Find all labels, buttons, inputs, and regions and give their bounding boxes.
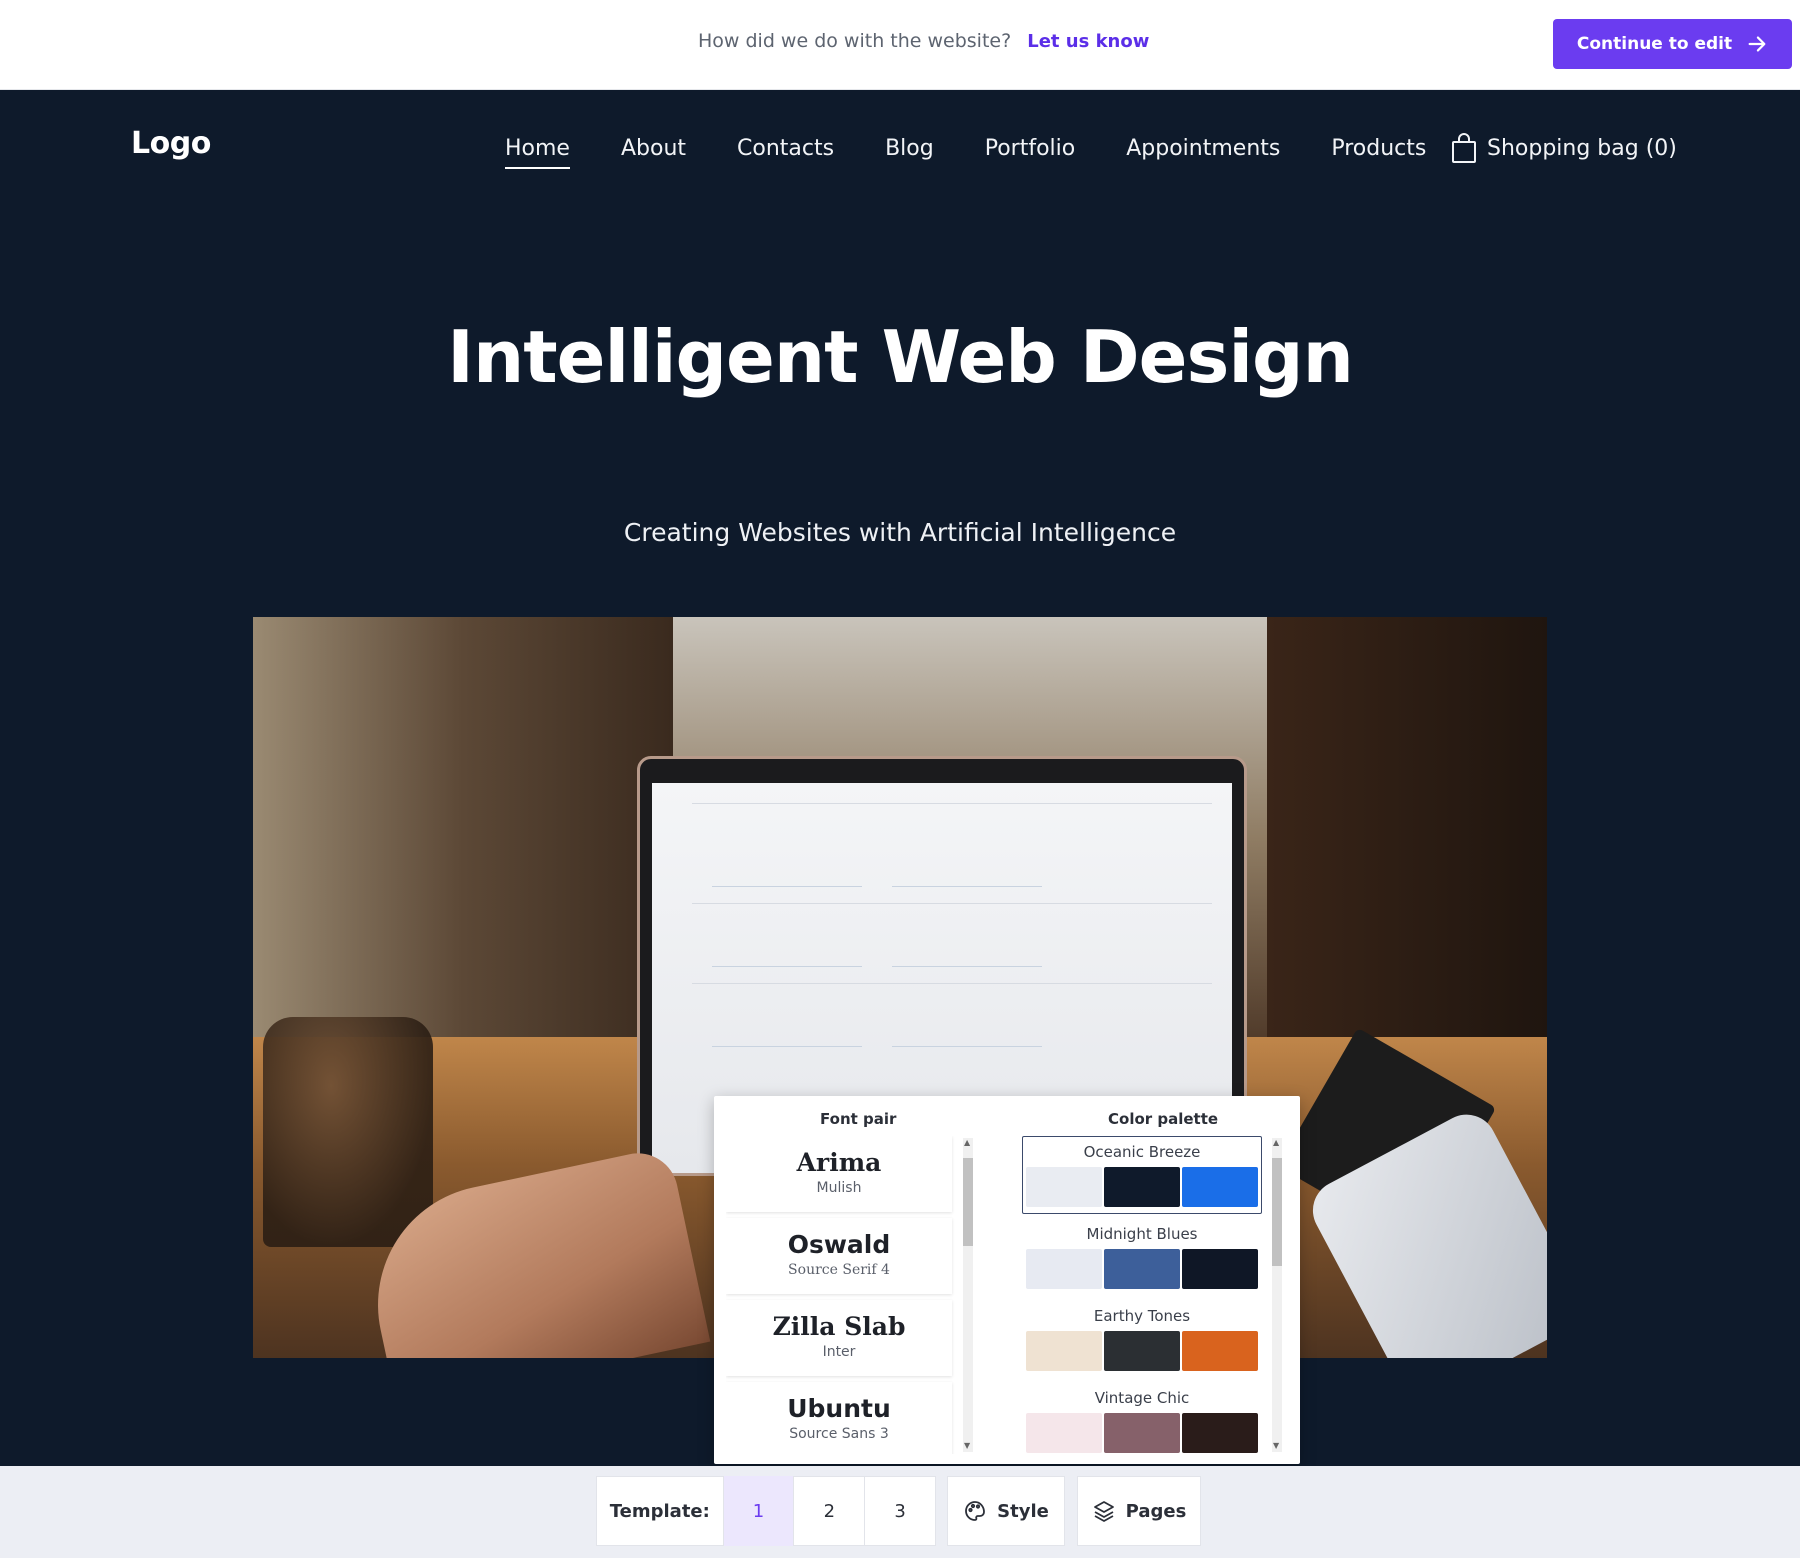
template-3-button[interactable]: 3: [864, 1476, 935, 1546]
style-label: Style: [997, 1500, 1049, 1522]
nav-contacts[interactable]: Contacts: [737, 136, 834, 169]
template-label: Template:: [609, 1500, 710, 1522]
color-palette-list[interactable]: Oceanic Breeze Midnight Blues Earthy Ton…: [1022, 1136, 1268, 1454]
template-switcher: Template: 1 2 3: [596, 1476, 936, 1546]
palette-icon: [965, 1501, 986, 1521]
continue-to-edit-button[interactable]: Continue to edit: [1553, 19, 1792, 69]
palette-option[interactable]: Midnight Blues: [1022, 1218, 1262, 1296]
palette-option-selected[interactable]: Oceanic Breeze: [1022, 1136, 1262, 1214]
palette-swatches: [1023, 1249, 1261, 1289]
layers-icon: [1093, 1501, 1114, 1522]
template-2-button[interactable]: 2: [793, 1476, 864, 1546]
nav-portfolio[interactable]: Portfolio: [985, 136, 1076, 169]
palette-name: Oceanic Breeze: [1083, 1143, 1201, 1161]
style-button[interactable]: Style: [947, 1476, 1065, 1546]
feedback-prompt: How did we do with the website? Let us k…: [698, 30, 1149, 52]
pages-label: Pages: [1125, 1500, 1187, 1522]
shopping-bag-button[interactable]: Shopping bag (0): [1451, 132, 1677, 164]
palette-swatches: [1023, 1331, 1261, 1371]
nav-home[interactable]: Home: [505, 136, 570, 169]
font-pair-option[interactable]: Oswald Source Serif 4: [726, 1218, 952, 1294]
arrow-right-icon: [1748, 36, 1766, 52]
font-pair-body: Source Serif 4: [788, 1262, 890, 1278]
font-pair-heading: Ubuntu: [787, 1394, 891, 1423]
font-pair-body: Inter: [822, 1344, 856, 1360]
hero-title: Intelligent Web Design: [447, 315, 1354, 399]
palette-option[interactable]: Earthy Tones: [1022, 1300, 1262, 1378]
palette-name: Midnight Blues: [1086, 1225, 1198, 1243]
style-panel: Font pair Color palette Arima Mulish Osw…: [714, 1096, 1300, 1464]
font-pair-heading: Arima: [796, 1148, 882, 1177]
nav-products[interactable]: Products: [1331, 136, 1426, 169]
nav-blog[interactable]: Blog: [885, 136, 934, 169]
let-us-know-link[interactable]: Let us know: [1027, 31, 1149, 52]
font-pair-heading: Zilla Slab: [772, 1312, 906, 1341]
logo[interactable]: Logo: [131, 126, 211, 161]
editor-toolbar: Template: 1 2 3 Style Pages: [0, 1466, 1800, 1558]
font-pair-body: Source Sans 3: [789, 1426, 889, 1442]
font-pair-list[interactable]: Arima Mulish Oswald Source Serif 4 Zilla…: [726, 1136, 972, 1454]
palette-name: Earthy Tones: [1093, 1307, 1191, 1325]
nav-appointments[interactable]: Appointments: [1126, 136, 1280, 169]
font-pair-option[interactable]: Ubuntu Source Sans 3: [726, 1382, 952, 1454]
font-pair-body: Mulish: [816, 1180, 862, 1196]
pages-button[interactable]: Pages: [1077, 1476, 1201, 1546]
template-1-button[interactable]: 1: [722, 1476, 794, 1546]
main-nav: Home About Contacts Blog Portfolio Appoi…: [505, 136, 1426, 169]
font-pair-option[interactable]: Zilla Slab Inter: [726, 1300, 952, 1376]
hero-subtitle: Creating Websites with Artificial Intell…: [623, 518, 1177, 547]
palette-list-scrollbar[interactable]: ▲ ▼: [1272, 1138, 1282, 1452]
shopping-bag-label: Shopping bag (0): [1487, 135, 1677, 161]
shopping-bag-icon: [1452, 133, 1476, 163]
continue-to-edit-label: Continue to edit: [1576, 34, 1733, 54]
palette-swatches: [1023, 1167, 1261, 1207]
palette-option[interactable]: Vintage Chic: [1022, 1382, 1262, 1454]
color-palette-title: Color palette: [1108, 1110, 1219, 1128]
font-list-scrollbar[interactable]: ▲ ▼: [963, 1138, 973, 1452]
font-pair-option[interactable]: Arima Mulish: [726, 1136, 952, 1212]
nav-about[interactable]: About: [621, 136, 686, 169]
font-pair-title: Font pair: [820, 1110, 897, 1128]
font-pair-heading: Oswald: [787, 1230, 891, 1259]
feedback-bar: How did we do with the website? Let us k…: [0, 0, 1800, 90]
palette-name: Vintage Chic: [1094, 1389, 1190, 1407]
palette-swatches: [1023, 1413, 1261, 1453]
feedback-question: How did we do with the website?: [698, 30, 1012, 52]
